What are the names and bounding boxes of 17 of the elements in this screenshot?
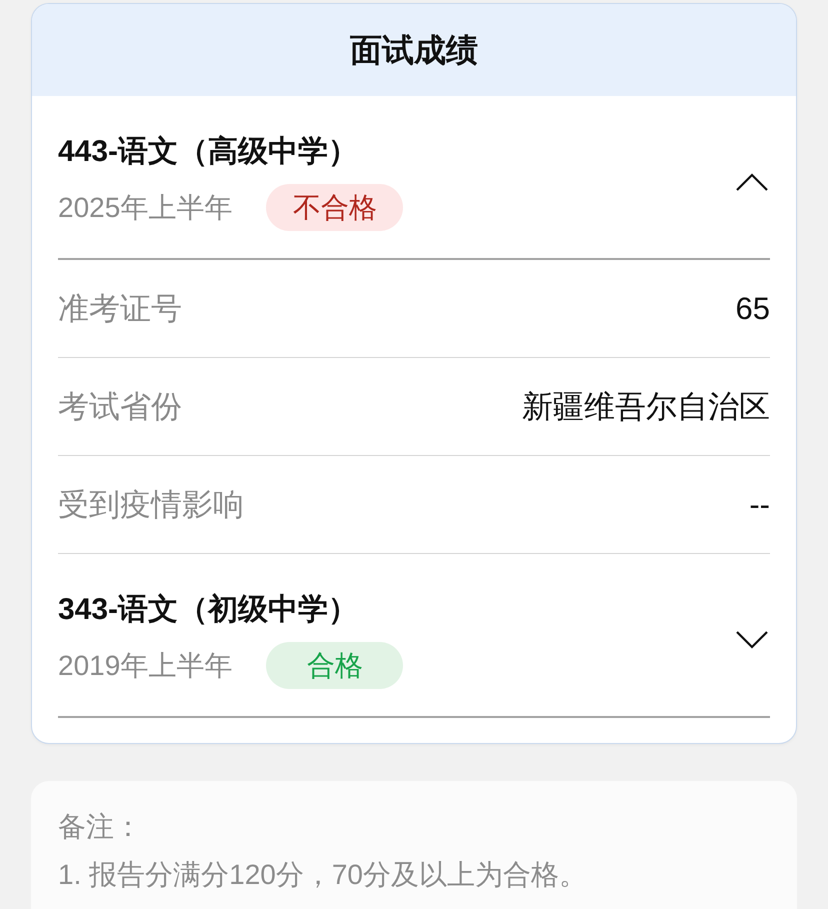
chevron-up-icon[interactable]	[736, 172, 768, 190]
field-label: 考试省份	[58, 388, 182, 426]
chevron-down-icon[interactable]	[736, 630, 768, 648]
field-label: 准考证号	[58, 290, 182, 328]
field-value: 新疆维吾尔自治区	[522, 388, 770, 426]
result-badge: 合格	[266, 642, 404, 689]
field-label: 受到疫情影响	[58, 486, 244, 524]
notes-text: 1. 报告分满分120分，70分及以上为合格。	[58, 858, 587, 892]
session-text: 2019年上半年	[58, 648, 232, 682]
page-title: 面试成绩	[350, 31, 478, 70]
subject-title: 343-语文（初级中学）	[58, 592, 358, 628]
result-badge: 不合格	[266, 184, 404, 231]
subject-title: 443-语文（高级中学）	[58, 134, 358, 170]
notes-heading: 备注：	[58, 810, 142, 844]
field-value: --	[749, 486, 770, 524]
session-text: 2025年上半年	[58, 190, 232, 224]
field-value: 65	[736, 290, 770, 328]
